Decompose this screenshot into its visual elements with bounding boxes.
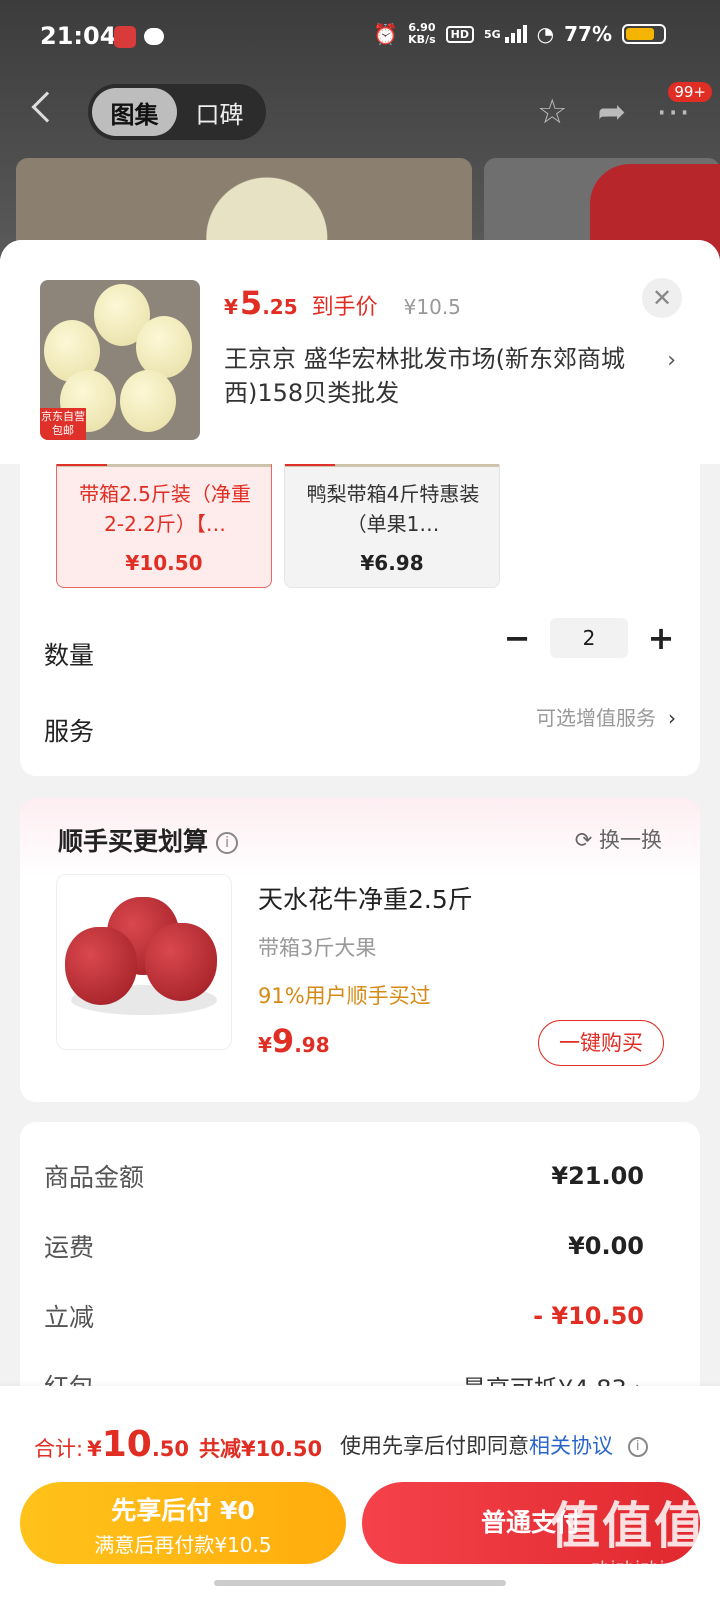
bundle-product-price: ¥9.98 [258, 1022, 330, 1060]
summary-label: 立减 [44, 1303, 95, 1332]
pay-later-subtitle: 满意后再付款¥10.5 [94, 1533, 272, 1557]
summary-value: ¥0.00 [568, 1232, 644, 1260]
network-speed-unit: KB/s [408, 33, 436, 46]
close-button[interactable]: ✕ [642, 278, 682, 318]
sheet-header: 京东自营 包邮 ¥ 5 .25 到手价 ¥10.5 ✕ 王京京 盛华宏林批发市场… [0, 240, 720, 464]
price-row: ¥ 5 .25 到手价 ¥10.5 [224, 284, 461, 322]
close-icon: ✕ [651, 284, 673, 312]
favorite-star-icon[interactable]: ☆ [537, 92, 567, 132]
quantity-label: 数量 [44, 641, 95, 670]
more-badge: 99+ [668, 82, 712, 102]
service-value: 可选增值服务 [536, 706, 656, 730]
message-notification-icon [144, 28, 164, 45]
price-integer: 5 [239, 284, 263, 322]
total-decimal: .50 [151, 1437, 190, 1461]
back-icon[interactable] [31, 91, 63, 123]
spec-price: ¥6.98 [360, 551, 424, 575]
pay-later-button[interactable]: 先享后付 ¥0 满意后再付款¥10.5 [20, 1482, 346, 1564]
battery-percent: 77% [564, 22, 612, 46]
quantity-input[interactable]: 2 [550, 618, 628, 658]
tab-reviews[interactable]: 口碑 [177, 88, 262, 136]
service-selector[interactable]: 可选增值服务 › [536, 702, 676, 731]
original-price: ¥10.5 [403, 295, 461, 319]
agreement-text: 使用先享后付即同意相关协议 i [340, 1430, 648, 1460]
quantity-stepper: − 2 + [502, 618, 676, 658]
price-decimal: .25 [262, 295, 298, 319]
pay-later-title: 先享后付 ¥0 [111, 1496, 255, 1525]
bundle-title: 顺手买更划算 i [58, 822, 239, 858]
bundle-product-name[interactable]: 天水花牛净重2.5斤 [258, 880, 473, 916]
chevron-right-icon: › [668, 706, 676, 730]
summary-row: 运费 ¥0.00 [44, 1228, 644, 1264]
wifi-icon: ◔ [536, 22, 555, 46]
network-speed: 6.90 KB/s [408, 22, 435, 46]
agreement-prefix: 使用先享后付即同意 [340, 1434, 529, 1458]
signal-label: 5G [483, 27, 501, 41]
bundle-product-spec: 带箱3斤大果 [258, 936, 377, 960]
top-nav: 图集 口碑 ☆ ➦ ⋯ 99+ [0, 82, 720, 140]
summary-row: 立减 - ¥10.50 [44, 1298, 644, 1334]
gallery-tabs: 图集 口碑 [88, 84, 266, 140]
summary-value: ¥21.00 [551, 1162, 644, 1190]
total-integer: 10 [101, 1424, 152, 1465]
price-currency: ¥ [224, 295, 238, 319]
refresh-label: 换一换 [599, 828, 662, 852]
total-label: 合计: [34, 1437, 84, 1461]
alarm-icon: ⏰ [373, 22, 399, 46]
chevron-right-icon[interactable]: › [667, 348, 676, 373]
tab-gallery[interactable]: 图集 [92, 88, 177, 136]
bundle-card: 顺手买更划算 i ⟳ 换一换 天水花牛净重2.5斤 带箱3斤大果 91%用户顺手买… [20, 798, 700, 1102]
product-thumbnail: 京东自营 包邮 [40, 280, 200, 440]
service-label: 服务 [44, 717, 95, 746]
home-indicator[interactable] [214, 1580, 506, 1586]
delivery-address[interactable]: 王京京 盛华宏林批发市场(新东郊商城西)158贝类批发 [224, 342, 654, 410]
decrease-button[interactable]: − [502, 619, 532, 657]
bundle-price-currency: ¥ [258, 1033, 272, 1057]
bundle-price-integer: 9 [271, 1022, 295, 1060]
spec-card: 包邮 带箱2.5斤装（净重2-2.2斤）【… ¥10.50 包邮 鸭梨带箱4斤特… [20, 440, 700, 776]
status-time: 21:04 [40, 22, 117, 50]
one-click-buy-button[interactable]: 一键购买 [538, 1020, 664, 1066]
price-label: 到手价 [311, 295, 378, 320]
refresh-icon: ⟳ [574, 828, 599, 852]
total-saving: 共减¥10.50 [199, 1437, 323, 1461]
share-icon[interactable]: ➦ [598, 92, 627, 132]
app-notification-icon [114, 26, 136, 48]
spec-name: 带箱2.5斤装（净重2-2.2斤）【… [79, 482, 251, 536]
spec-name: 鸭梨带箱4斤特惠装（单果1… [306, 482, 480, 536]
nav-actions: ☆ ➦ ⋯ [537, 92, 690, 132]
thumbnail-tag: 京东自营 包邮 [40, 408, 86, 440]
checkout-footer: 合计: ¥ 10 .50 共减¥10.50 使用先享后付即同意相关协议 i 先享… [0, 1386, 720, 1600]
total-line: 合计: ¥ 10 .50 共减¥10.50 [34, 1424, 322, 1465]
total-currency: ¥ [87, 1437, 102, 1461]
battery-icon [622, 24, 666, 44]
spec-price: ¥10.50 [125, 551, 203, 575]
refresh-button[interactable]: ⟳ 换一换 [575, 824, 662, 854]
info-icon[interactable]: i [216, 832, 239, 854]
status-bar: 21:04 ⏰ 6.90 KB/s HD 5G ◔ 77% [0, 0, 720, 76]
watermark-domain: zhizhizhi.com [591, 1558, 706, 1576]
agreement-link[interactable]: 相关协议 [529, 1434, 613, 1458]
info-icon[interactable]: i [627, 1437, 648, 1457]
bundle-price-decimal: .98 [294, 1033, 330, 1057]
bundle-title-text: 顺手买更划算 [58, 827, 209, 856]
bundle-purchase-rate: 91%用户顺手买过 [258, 984, 431, 1008]
hd-badge: HD [445, 25, 474, 43]
background-page: 21:04 ⏰ 6.90 KB/s HD 5G ◔ 77% 图集 口碑 ☆ ➦ [0, 0, 720, 260]
summary-value: - ¥10.50 [533, 1302, 644, 1330]
increase-button[interactable]: + [646, 619, 676, 657]
site-watermark: 值值值 zhizhizhi.com [550, 1486, 706, 1576]
summary-row: 商品金额 ¥21.00 [44, 1158, 644, 1194]
status-right-group: ⏰ 6.90 KB/s HD 5G ◔ 77% [373, 22, 666, 46]
signal-icon [504, 25, 527, 43]
watermark-logo: 值值值 [550, 1497, 706, 1555]
summary-label: 运费 [44, 1233, 95, 1262]
bundle-product-image[interactable] [56, 874, 232, 1050]
summary-label: 商品金额 [44, 1163, 145, 1192]
